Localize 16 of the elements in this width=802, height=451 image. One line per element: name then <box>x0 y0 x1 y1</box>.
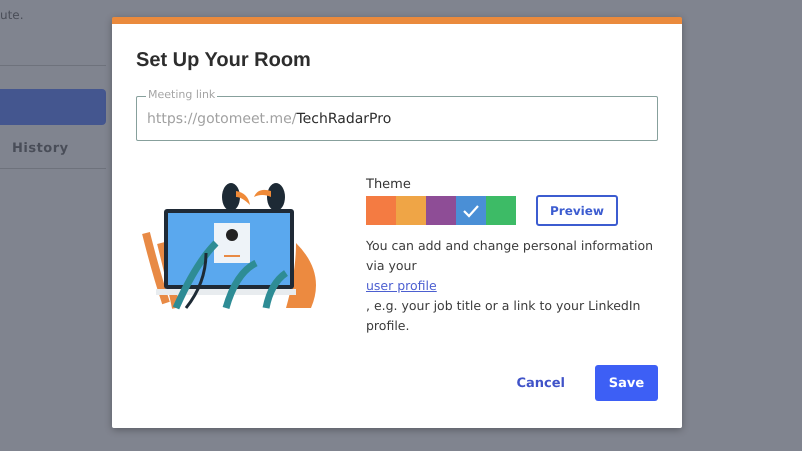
theme-swatch[interactable] <box>396 196 426 225</box>
cancel-button[interactable]: Cancel <box>510 374 571 392</box>
theme-swatch[interactable] <box>366 196 396 225</box>
check-icon <box>462 204 480 218</box>
preview-button[interactable]: Preview <box>536 195 618 226</box>
theme-swatch[interactable] <box>486 196 516 225</box>
user-profile-link[interactable]: user profile <box>366 276 437 296</box>
link-prefix: https://gotomeet.me/ <box>147 110 296 126</box>
theme-swatch[interactable] <box>456 196 486 225</box>
field-label: Meeting link <box>146 88 218 102</box>
dialog-title: Set Up Your Room <box>136 49 312 72</box>
theme-label: Theme <box>366 177 412 192</box>
theme-swatch[interactable] <box>426 196 456 225</box>
link-value: TechRadarPro <box>296 110 392 126</box>
profile-info-text: You can add and change personal information via your user profile , e.g. your job title or a link to your LinkedIn profile. <box>366 237 654 335</box>
save-button[interactable]: Save <box>595 365 658 401</box>
